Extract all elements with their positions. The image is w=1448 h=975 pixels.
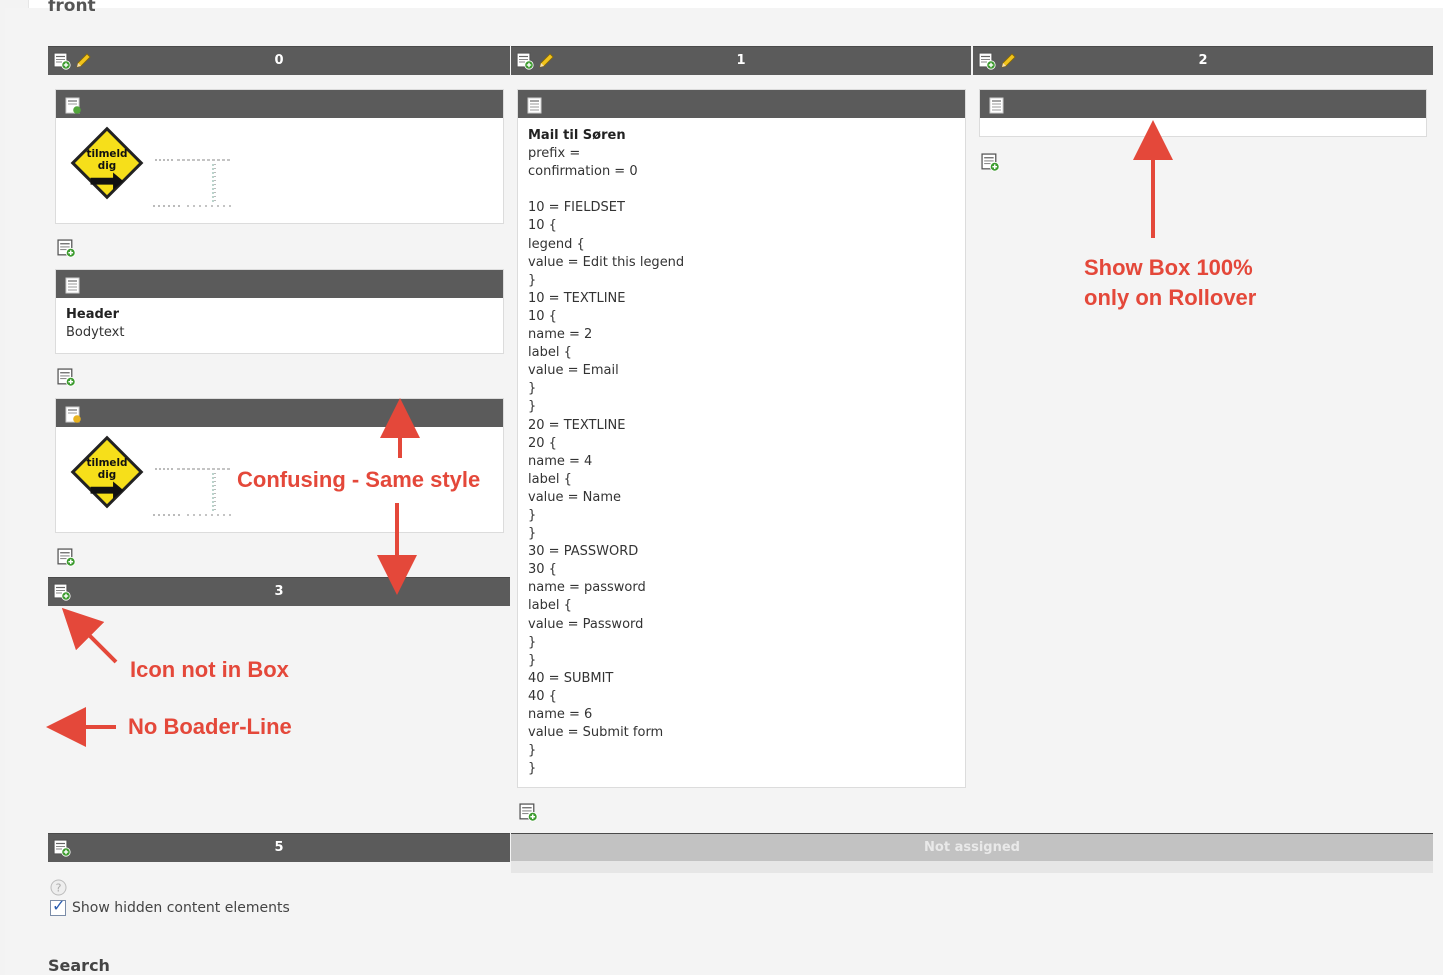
- annotation-icon-not-in-box: Icon not in Box: [130, 657, 289, 682]
- annotation-no-border: No Boader-Line: [128, 714, 292, 739]
- annotation-show-box-2: only on Rollover: [1084, 285, 1257, 310]
- annotation-confusing: Confusing - Same style: [237, 467, 481, 492]
- annotation-show-box-1: Show Box 100%: [1084, 255, 1253, 280]
- annotation-arrow-icon: [61, 607, 118, 664]
- annotation-arrows: [46, 120, 1173, 747]
